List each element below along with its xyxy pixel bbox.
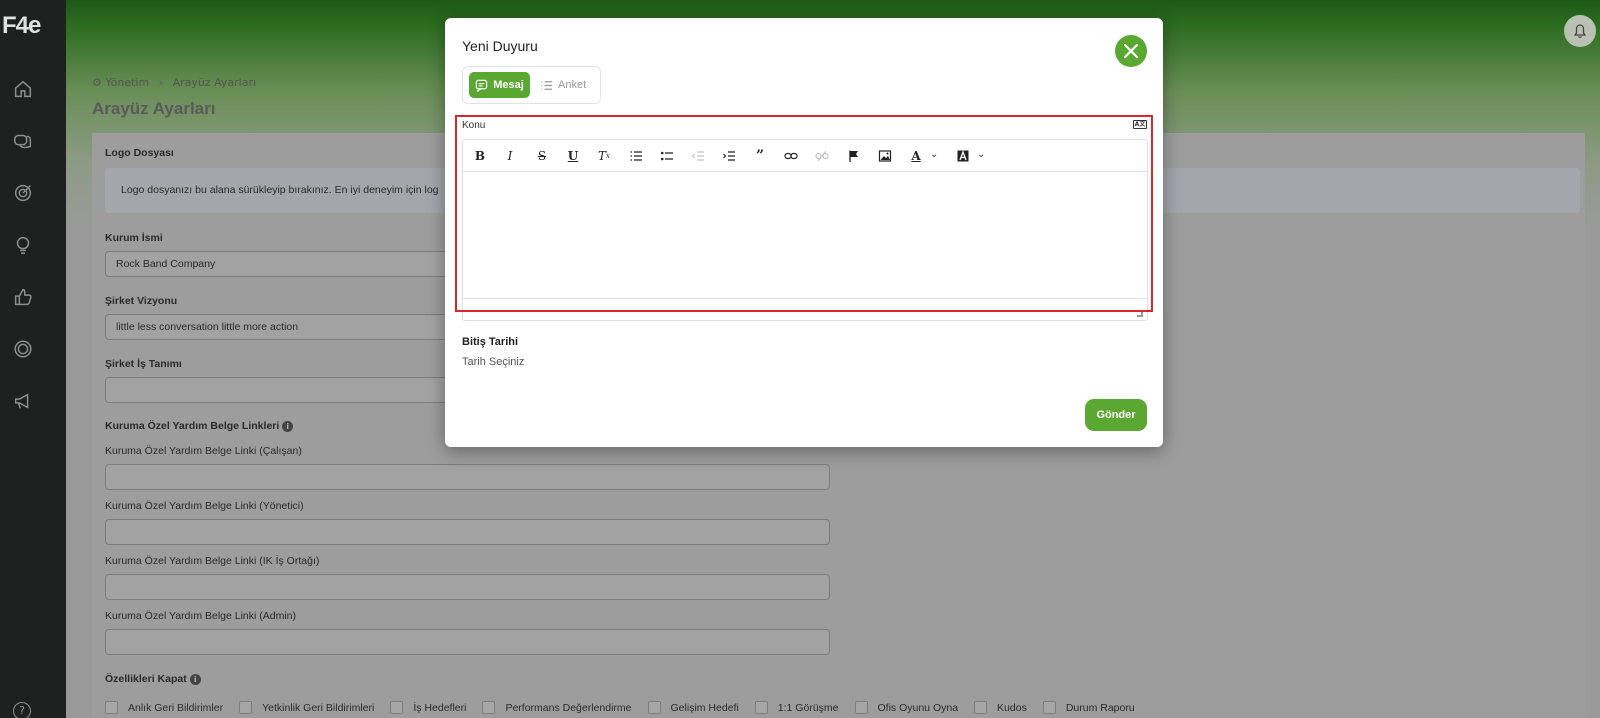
feature-checkbox[interactable]: Ofis Oyunu Oyna [854, 701, 959, 714]
gear-icon: ⚙ [92, 76, 102, 89]
feature-checkbox[interactable]: İş Hedefleri [390, 701, 466, 714]
help-links-label: Kuruma Özel Yardım Belge Linkleri i [105, 420, 294, 432]
breadcrumb-separator: › [158, 76, 164, 89]
checkbox[interactable] [974, 701, 988, 714]
lightbulb-icon[interactable] [12, 234, 34, 256]
feature-checkbox[interactable]: Kudos [974, 701, 1027, 714]
thumbs-up-icon[interactable] [12, 286, 34, 308]
sidebar: F4e ? [0, 0, 66, 718]
company-name-label: Kurum İsmi [105, 232, 163, 244]
breadcrumb-root[interactable]: Yönetim [105, 76, 149, 89]
date-picker-input[interactable]: Tarih Seçiniz [462, 356, 524, 368]
feature-checkbox[interactable]: Durum Raporu [1042, 701, 1135, 714]
help-link-employee-label: Kuruma Özel Yardım Belge Linki (Çalışan) [105, 445, 302, 457]
help-link-manager-label: Kuruma Özel Yardım Belge Linki (Yönetici… [105, 500, 304, 512]
feature-label: Durum Raporu [1065, 701, 1135, 714]
checkbox[interactable] [482, 701, 496, 714]
info-icon[interactable]: i [282, 420, 294, 432]
send-button[interactable]: Gönder [1085, 399, 1147, 431]
tab-message-label: Mesaj [493, 79, 524, 91]
page-title: Arayüz Ayarları [92, 99, 216, 118]
help-link-admin-input[interactable] [105, 629, 830, 655]
help-links-label-text: Kuruma Özel Yardım Belge Linkleri [105, 420, 280, 432]
feature-checkbox[interactable]: Performans Değerlendirme [482, 701, 632, 714]
breadcrumb-current: Arayüz Ayarları [172, 76, 257, 89]
checkbox[interactable] [390, 701, 404, 714]
chat-icon[interactable] [12, 130, 34, 152]
announcement-type-tabs: Mesaj Anket [462, 66, 601, 104]
breadcrumb: ⚙ Yönetim › Arayüz Ayarları [92, 76, 256, 89]
tab-survey-label: Anket [558, 79, 587, 91]
disable-features-label: Özellikleri Kapat i [105, 673, 201, 685]
checkbox[interactable] [647, 701, 661, 714]
tab-survey[interactable]: Anket [540, 72, 598, 98]
feature-checkbox[interactable]: 1:1 Görüşme [754, 701, 839, 714]
feature-label: Performans Değerlendirme [505, 701, 632, 714]
end-date-label: Bitiş Tarihi [462, 336, 519, 348]
info-icon[interactable]: i [189, 673, 201, 685]
home-icon[interactable] [12, 78, 34, 100]
feature-checkbox[interactable]: Anlık Geri Bildirimler [105, 701, 223, 714]
help-link-hr-input[interactable] [105, 574, 830, 600]
help-link-hr-label: Kuruma Özel Yardım Belge Linki (IK İş Or… [105, 555, 320, 567]
feature-label: Yetkinlik Geri Bildirimleri [262, 701, 375, 714]
help-link-admin-label: Kuruma Özel Yardım Belge Linki (Admin) [105, 610, 297, 622]
feature-label: Kudos [997, 701, 1027, 714]
badge-icon[interactable] [12, 338, 34, 360]
feature-checkbox[interactable]: Yetkinlik Geri Bildirimleri [239, 701, 374, 714]
logo-dropzone-text: Logo dosyanızı bu alana sürükleyip bırak… [121, 184, 439, 196]
message-icon [475, 79, 488, 92]
close-icon [1123, 43, 1139, 59]
feature-label: Gelişim Hedefi [670, 701, 739, 714]
notification-bell-icon[interactable] [1564, 15, 1596, 47]
subject-editor-highlight [455, 115, 1153, 312]
feature-label: Ofis Oyunu Oyna [877, 701, 959, 714]
help-icon[interactable]: ? [13, 702, 31, 718]
feature-checkbox[interactable]: Gelişim Hedefi [647, 701, 739, 714]
tab-message[interactable]: Mesaj [469, 72, 530, 98]
checkbox[interactable] [105, 701, 118, 714]
close-button[interactable] [1115, 35, 1147, 67]
new-announcement-modal: Yeni Duyuru Mesaj Anket Konu A文 B I S U … [445, 18, 1163, 447]
help-link-manager-input[interactable] [105, 519, 830, 545]
feature-label: 1:1 Görüşme [777, 701, 839, 714]
list-icon [541, 80, 553, 90]
target-icon[interactable] [12, 182, 34, 204]
checkbox[interactable] [854, 701, 868, 714]
checkbox[interactable] [1042, 701, 1056, 714]
app-logo[interactable]: F4e [2, 12, 41, 40]
feature-label: Anlık Geri Bildirimler [128, 701, 224, 714]
job-description-label: Şirket İş Tanımı [105, 358, 182, 370]
vision-label: Şirket Vizyonu [105, 295, 178, 307]
checkbox[interactable] [754, 701, 768, 714]
logo-file-label: Logo Dosyası [105, 147, 174, 159]
modal-title: Yeni Duyuru [462, 38, 538, 54]
feature-checkboxes: Anlık Geri Bildirimler Yetkinlik Geri Bi… [105, 701, 1151, 714]
megaphone-icon[interactable] [12, 390, 34, 412]
help-link-employee-input[interactable] [105, 464, 830, 490]
disable-features-label-text: Özellikleri Kapat [105, 673, 187, 685]
feature-label: İş Hedefleri [413, 701, 467, 714]
checkbox[interactable] [239, 701, 253, 714]
